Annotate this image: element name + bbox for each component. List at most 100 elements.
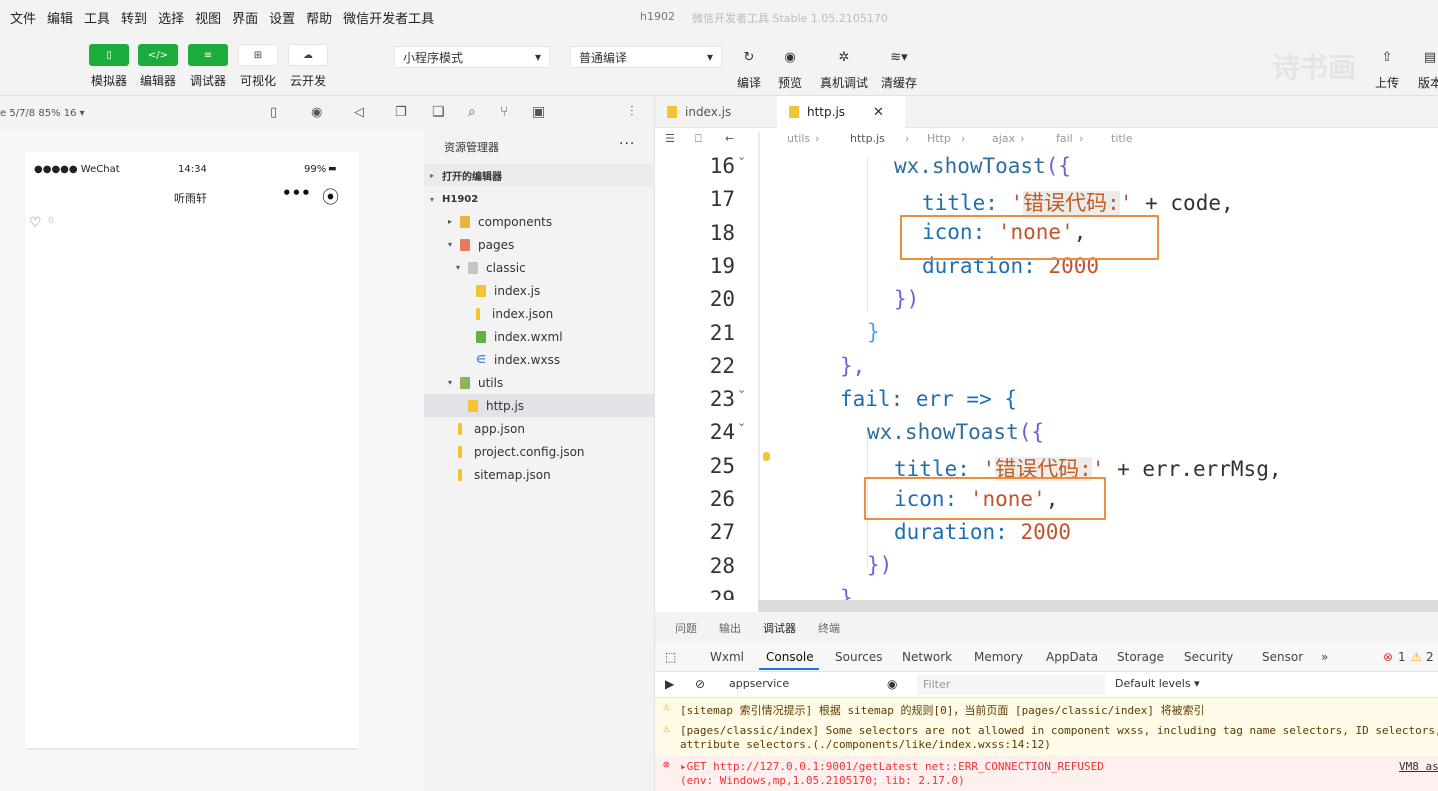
fold-chevron-icon[interactable]: ⌄ <box>737 383 746 396</box>
menu-file[interactable]: 文件 <box>10 8 36 27</box>
crumb-method[interactable]: ajax <box>992 132 1015 145</box>
panel-security[interactable]: Security <box>1184 650 1233 664</box>
more-panels-icon[interactable]: » <box>1321 650 1328 664</box>
tree-item-label: pages <box>478 237 515 252</box>
inspect-icon[interactable]: ⬚ <box>665 650 676 664</box>
panel-sensor[interactable]: Sensor <box>1262 650 1303 664</box>
tab-terminal[interactable]: 终端 <box>818 620 840 636</box>
open-editors-section[interactable]: ▸ 打开的编辑器 <box>424 164 655 186</box>
rotate-icon[interactable]: ▯ <box>270 105 277 120</box>
tree-item-label: index.wxml <box>494 329 563 344</box>
more-icon[interactable]: ··· <box>619 136 635 152</box>
panel-wxml[interactable]: Wxml <box>710 650 744 664</box>
crumb-title[interactable]: title <box>1111 132 1133 145</box>
crumb-utils[interactable]: utils <box>787 132 810 145</box>
log-text[interactable]: ▸GET http://127.0.0.1:9001/getLatest net… <box>680 760 1104 773</box>
tree-item[interactable]: ▾ classic <box>424 256 655 279</box>
tab-output[interactable]: 输出 <box>719 620 741 636</box>
menu-view[interactable]: 视图 <box>195 8 221 27</box>
project-section[interactable]: ▾ H1902 <box>424 188 655 210</box>
close-circle-icon[interactable]: ⦿ <box>322 183 339 208</box>
simulator-button[interactable]: ▯ 模拟器 <box>86 44 132 89</box>
debugger-button[interactable]: ≡ 调试器 <box>185 44 231 89</box>
panel-memory[interactable]: Memory <box>974 650 1023 664</box>
json-file-icon <box>476 307 480 320</box>
bookmark-icon[interactable]: ⎕ <box>695 132 702 146</box>
menu-interface[interactable]: 界面 <box>232 8 258 27</box>
debug-panel-icon[interactable]: ▣ <box>532 104 545 120</box>
crumb-class[interactable]: Http <box>927 132 951 145</box>
record-icon[interactable]: ◉ <box>311 105 322 120</box>
crumb-file[interactable]: http.js <box>850 132 885 145</box>
tree-item[interactable]: index.wxml <box>424 325 655 348</box>
upload-button[interactable]: ⇧ 上传 <box>1365 46 1409 91</box>
sound-icon[interactable]: ◁ <box>354 105 364 120</box>
tree-item[interactable]: ∈ index.wxss <box>424 348 655 371</box>
tree-item[interactable]: http.js <box>424 394 655 417</box>
heart-icon[interactable]: ♡ <box>29 215 42 231</box>
compile-select[interactable]: 普通编译 ▾ <box>570 46 722 68</box>
fold-chevron-icon[interactable]: ⌄ <box>737 416 746 429</box>
tree-item[interactable]: app.json <box>424 417 655 440</box>
tree-item[interactable]: ▸ components <box>424 210 655 233</box>
panel-network[interactable]: Network <box>902 650 952 664</box>
log-source-link[interactable]: attribute selectors.(./components/like/i… <box>680 738 1051 751</box>
filter-input[interactable]: Filter <box>917 675 1105 695</box>
menu-tools[interactable]: 工具 <box>84 8 110 27</box>
fold-chevron-icon[interactable]: ⌄ <box>737 150 746 163</box>
visual-button[interactable]: ⊞ 可视化 <box>235 44 281 89</box>
tab-index-js[interactable]: index.js <box>663 96 773 128</box>
tree-item[interactable]: sitemap.json <box>424 463 655 486</box>
real-debug-button[interactable]: ✲ 真机调试 <box>820 46 868 91</box>
crumb-fail[interactable]: fail <box>1056 132 1073 145</box>
preview-button[interactable]: ◉ 预览 <box>768 46 812 91</box>
sidebar-toggle-icon[interactable]: ▶ <box>665 677 674 691</box>
menu-help[interactable]: 帮助 <box>306 8 332 27</box>
debugger-label: 调试器 <box>189 74 226 88</box>
files-icon[interactable]: ❏ <box>432 104 445 120</box>
version-button[interactable]: ▤ 版本 <box>1408 46 1438 91</box>
crumb-sep: › <box>815 132 820 145</box>
panel-sources[interactable]: Sources <box>835 650 882 664</box>
list-icon[interactable]: ☰ <box>665 132 675 145</box>
tab-http-js[interactable]: http.js ✕ <box>777 96 905 128</box>
editor-button[interactable]: </> 编辑器 <box>135 44 181 89</box>
window-icon[interactable]: ❐ <box>395 105 407 120</box>
menu-select[interactable]: 选择 <box>158 8 184 27</box>
warning-icon[interactable]: ⚠ <box>1411 650 1422 664</box>
clear-console-icon[interactable]: ⊘ <box>695 677 705 691</box>
tab-debugger[interactable]: 调试器 <box>763 620 796 636</box>
panel-console[interactable]: Console <box>766 650 814 664</box>
tree-item[interactable]: ▾ pages <box>424 233 655 256</box>
tree-item[interactable]: project.config.json <box>424 440 655 463</box>
compile-button[interactable]: ↻ 编译 <box>727 46 771 91</box>
tree-item[interactable]: index.json <box>424 302 655 325</box>
menu-settings[interactable]: 设置 <box>269 8 295 27</box>
device-info[interactable]: e 5/7/8 85% 16 ▾ <box>0 108 85 119</box>
context-select[interactable]: appservice <box>729 677 789 690</box>
error-icon[interactable]: ⊗ <box>1383 650 1393 664</box>
tab-problems[interactable]: 问题 <box>675 620 697 636</box>
menu-devtools[interactable]: 微信开发者工具 <box>343 8 434 27</box>
panel-storage[interactable]: Storage <box>1117 650 1164 664</box>
tree-item[interactable]: ▾ utils <box>424 371 655 394</box>
tree-item[interactable]: index.js <box>424 279 655 302</box>
eye-icon[interactable]: ◉ <box>887 677 897 691</box>
back-icon[interactable]: ← <box>725 132 734 145</box>
levels-select[interactable]: Default levels ▾ <box>1115 677 1200 690</box>
clear-cache-button[interactable]: ≋▾ 清缓存 <box>877 46 921 91</box>
panel-appdata[interactable]: AppData <box>1046 650 1098 664</box>
more-icon[interactable]: ••• <box>282 184 311 202</box>
branch-icon[interactable]: ⑂ <box>500 104 508 120</box>
search-icon[interactable]: ⌕ <box>468 104 476 120</box>
log-source-link[interactable]: VM8 as <box>1399 760 1438 773</box>
menu-edit[interactable]: 编辑 <box>47 8 73 27</box>
close-icon[interactable]: ✕ <box>873 105 884 120</box>
cloud-button[interactable]: ☁ 云开发 <box>285 44 331 89</box>
watermark-text: 诗书画 <box>1272 51 1357 84</box>
menu-goto[interactable]: 转到 <box>121 8 147 27</box>
mode-select[interactable]: 小程序模式 ▾ <box>394 46 550 68</box>
horizontal-scrollbar[interactable] <box>758 600 1438 612</box>
split-icon[interactable]: ⫶ <box>630 104 634 120</box>
code-line-16: wx.showToast({ <box>894 154 1072 178</box>
